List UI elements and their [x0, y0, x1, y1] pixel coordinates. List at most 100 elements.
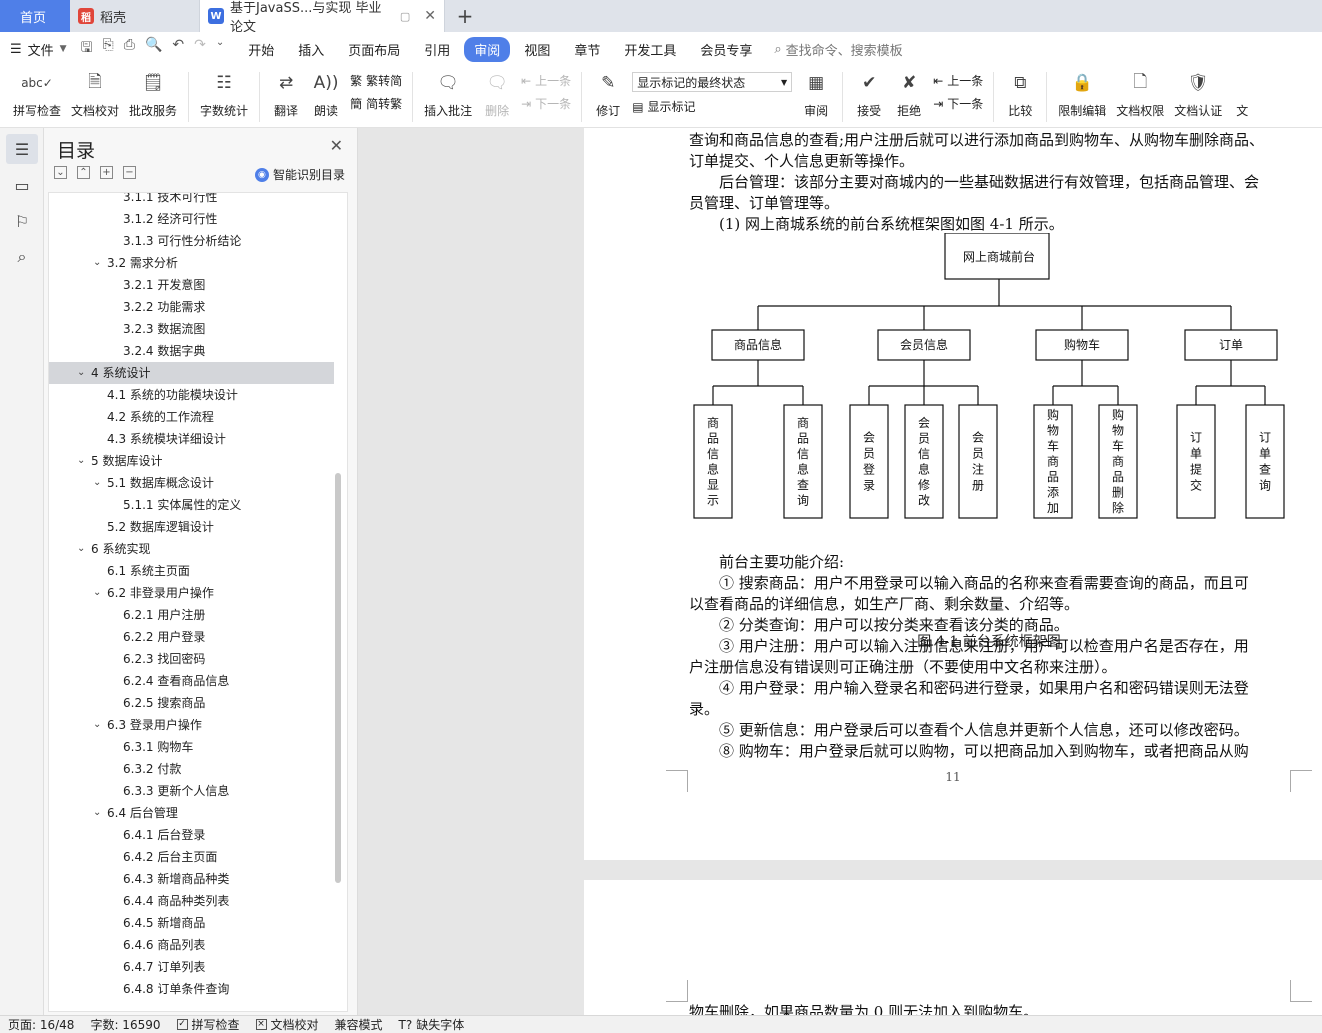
- prev-comment-button[interactable]: ⇤ 上一条: [521, 72, 571, 89]
- redo-icon[interactable]: ↷: [194, 37, 206, 61]
- toc-item[interactable]: 6.4.5 新增商品: [49, 912, 334, 934]
- print-icon[interactable]: ⎙: [124, 37, 135, 61]
- remove-icon[interactable]: −: [123, 166, 136, 179]
- page-indicator[interactable]: 页面: 16/48: [8, 1016, 74, 1033]
- toc-item[interactable]: 6.4.6 商品列表: [49, 934, 334, 956]
- more-icon[interactable]: ⌄: [216, 37, 224, 61]
- toc-item[interactable]: 3.2.1 开发意图: [49, 274, 334, 296]
- toc-item[interactable]: ⌄ 6.2 非登录用户操作: [49, 582, 334, 604]
- toc-expand-icon[interactable]: ⌄: [93, 802, 101, 824]
- doc-proof-button[interactable]: 🗎 文档校对: [66, 66, 124, 119]
- toc-item[interactable]: 3.2.3 数据流图: [49, 318, 334, 340]
- tab-home[interactable]: 首页: [0, 0, 70, 32]
- menu-view[interactable]: 视图: [514, 37, 560, 62]
- reject-button[interactable]: ✘ 拒绝: [889, 66, 929, 119]
- doc-rights-button[interactable]: 🗋 文档权限: [1111, 66, 1169, 119]
- toc-expand-icon[interactable]: ⌄: [93, 472, 101, 494]
- toc-icon[interactable]: ☰: [6, 134, 38, 164]
- toc-item[interactable]: 3.1.2 经济可行性: [49, 208, 334, 230]
- toc-scrollbar[interactable]: [335, 473, 341, 883]
- window-icon[interactable]: ▢: [400, 10, 410, 23]
- smart-toc-button[interactable]: ◉ 智能识别目录: [254, 166, 345, 183]
- word-count-button[interactable]: ☷ 字数统计: [195, 66, 253, 119]
- toc-item[interactable]: 6.4.7 订单列表: [49, 956, 334, 978]
- toc-item[interactable]: 6.3.3 更新个人信息: [49, 780, 334, 802]
- toc-item[interactable]: 5.2 数据库逻辑设计: [49, 516, 334, 538]
- compare-button[interactable]: ⧉ 比较: [1000, 66, 1040, 119]
- toc-item[interactable]: ⌄ 6 系统实现: [49, 538, 334, 560]
- toc-expand-icon[interactable]: ⌄: [77, 450, 85, 472]
- toc-item[interactable]: 6.2.2 用户登录: [49, 626, 334, 648]
- close-icon[interactable]: ✕: [424, 8, 436, 24]
- toc-item[interactable]: 3.2.2 功能需求: [49, 296, 334, 318]
- toc-item[interactable]: 4.1 系统的功能模块设计: [49, 384, 334, 406]
- toc-item[interactable]: 6.3.1 购物车: [49, 736, 334, 758]
- toc-item[interactable]: 6.2.1 用户注册: [49, 604, 334, 626]
- command-search[interactable]: ⌕ 查找命令、搜索模板: [774, 40, 902, 59]
- toc-item[interactable]: ⌄ 5.1 数据库概念设计: [49, 472, 334, 494]
- revise-button[interactable]: ✎ 修订: [588, 66, 628, 119]
- translate-button[interactable]: ⇄ 翻译: [266, 66, 306, 119]
- toc-item[interactable]: 6.4.8 订单条件查询: [49, 978, 334, 1000]
- annotate-service-button[interactable]: 🗒 批改服务: [124, 66, 182, 119]
- file-menu[interactable]: ☰ 文件 ▼: [10, 40, 67, 59]
- toc-item[interactable]: 6.2.5 搜索商品: [49, 692, 334, 714]
- read-aloud-button[interactable]: A)) 朗读: [306, 66, 346, 119]
- next-comment-button[interactable]: ⇥ 下一条: [521, 95, 571, 112]
- toc-item[interactable]: 3.1.3 可行性分析结论: [49, 230, 334, 252]
- preview-icon[interactable]: 🔍: [145, 37, 162, 61]
- menu-start[interactable]: 开始: [238, 37, 284, 62]
- proof-status[interactable]: × 文档校对: [255, 1016, 319, 1033]
- toc-expand-icon[interactable]: ⌄: [93, 714, 101, 736]
- toc-item[interactable]: ⌄ 6.3 登录用户操作: [49, 714, 334, 736]
- toc-expand-icon[interactable]: ⌄: [93, 252, 101, 274]
- toc-item[interactable]: 4.3 系统模块详细设计: [49, 428, 334, 450]
- prev-revision-button[interactable]: ⇤ 上一条: [933, 72, 983, 89]
- toc-item[interactable]: 6.2.4 查看商品信息: [49, 670, 334, 692]
- toc-item[interactable]: 6.3.2 付款: [49, 758, 334, 780]
- accept-button[interactable]: ✔ 接受: [849, 66, 889, 119]
- search-icon[interactable]: ⌕: [6, 242, 38, 272]
- toc-item[interactable]: 6.4.2 后台主页面: [49, 846, 334, 868]
- show-markup-button[interactable]: ▤ 显示标记: [632, 98, 792, 115]
- tab-document[interactable]: W 基于JavaSS...与实现 毕业论文 ▢ ✕: [200, 0, 445, 35]
- menu-reference[interactable]: 引用: [414, 37, 460, 62]
- tab-docer[interactable]: 稻 稻壳: [70, 0, 200, 32]
- toc-item[interactable]: 3.1.1 技术可行性: [49, 193, 334, 208]
- toc-item[interactable]: ⌄ 6.4 后台管理: [49, 802, 334, 824]
- export-icon[interactable]: ⎘: [103, 37, 114, 61]
- to-traditional-button[interactable]: 繁繁转简: [350, 72, 402, 89]
- spellcheck-status[interactable]: ✓ 拼写检查: [176, 1016, 240, 1033]
- toc-item[interactable]: 6.2.3 找回密码: [49, 648, 334, 670]
- delete-comment-button[interactable]: 🗨 删除: [477, 66, 517, 119]
- toc-item[interactable]: 6.4.4 商品种类列表: [49, 890, 334, 912]
- toc-item[interactable]: 6.1 系统主页面: [49, 560, 334, 582]
- missing-font-status[interactable]: T? 缺失字体: [399, 1016, 465, 1033]
- to-simplified-button[interactable]: 簡简转繁: [350, 95, 402, 112]
- menu-insert[interactable]: 插入: [288, 37, 334, 62]
- toc-expand-icon[interactable]: ⌄: [77, 362, 85, 384]
- toc-item[interactable]: 3.2.4 数据字典: [49, 340, 334, 362]
- doc-auth-button[interactable]: 🛡 文档认证: [1169, 66, 1227, 119]
- collapse-all-icon[interactable]: ⌄: [54, 166, 67, 179]
- menu-section[interactable]: 章节: [564, 37, 610, 62]
- menu-vip[interactable]: 会员专享: [690, 37, 762, 62]
- next-revision-button[interactable]: ⇥ 下一条: [933, 95, 983, 112]
- close-icon[interactable]: ✕: [330, 136, 343, 155]
- markup-state-select[interactable]: 显示标记的最终状态 ▼: [632, 72, 793, 92]
- toc-item[interactable]: 4.2 系统的工作流程: [49, 406, 334, 428]
- save-icon[interactable]: 🖫: [81, 37, 93, 61]
- toc-item[interactable]: ⌄ 5 数据库设计: [49, 450, 334, 472]
- toc-item[interactable]: 6.4.3 新增商品种类: [49, 868, 334, 890]
- add-icon[interactable]: +: [100, 166, 113, 179]
- new-tab-button[interactable]: +: [445, 0, 485, 32]
- toc-expand-icon[interactable]: ⌄: [93, 582, 101, 604]
- toc-expand-icon[interactable]: ⌄: [77, 538, 85, 560]
- review-pane-button[interactable]: ▦ 审阅: [796, 66, 836, 119]
- insert-comment-button[interactable]: 🗨 插入批注: [419, 66, 477, 119]
- pages-icon[interactable]: ▭: [6, 170, 38, 200]
- more-ribbon-button[interactable]: 文: [1227, 66, 1260, 119]
- menu-devtools[interactable]: 开发工具: [614, 37, 686, 62]
- restrict-edit-button[interactable]: 🔒 限制编辑: [1053, 66, 1111, 119]
- word-count-indicator[interactable]: 字数: 16590: [90, 1016, 160, 1033]
